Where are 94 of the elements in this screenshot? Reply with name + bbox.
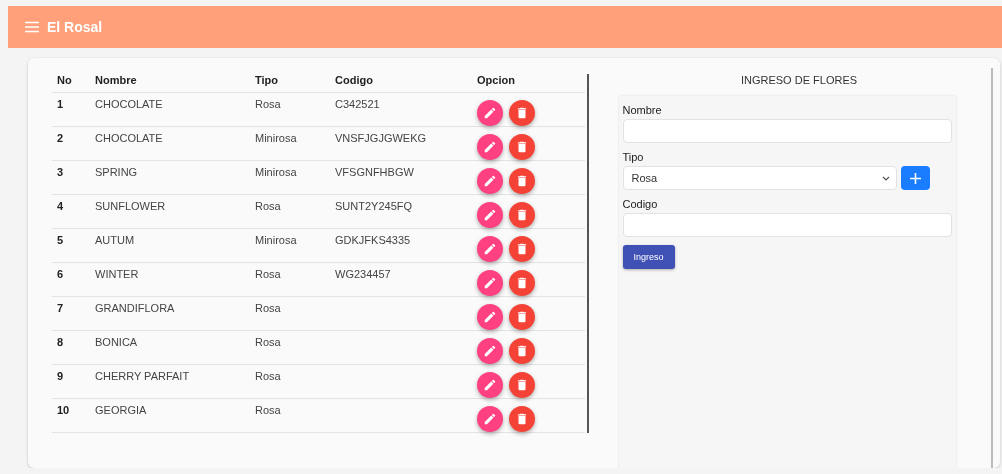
submit-button[interactable]: Ingreso	[622, 245, 675, 269]
field-label: Nombre	[622, 104, 663, 116]
pencil-icon	[483, 174, 497, 188]
table-cell: Rosa	[250, 398, 330, 433]
delete-button[interactable]	[509, 100, 535, 126]
table-cell: SUNFLOWER	[90, 194, 250, 229]
table-cell: VNSFJGJGWEKG	[330, 126, 472, 161]
table-cell: GEORGIA	[90, 398, 250, 433]
delete-button[interactable]	[509, 270, 535, 296]
table-cell: 8	[52, 330, 90, 365]
column-header: Opcion	[472, 74, 585, 93]
pencil-icon	[483, 276, 497, 290]
trash-icon	[515, 412, 529, 426]
table-cell: Rosa	[250, 92, 330, 127]
delete-button[interactable]	[509, 134, 535, 160]
table-cell: AUTUM	[90, 228, 250, 263]
edit-button[interactable]	[477, 202, 503, 228]
trash-icon	[515, 378, 529, 392]
table-cell: 4	[52, 194, 90, 229]
edit-button[interactable]	[477, 304, 503, 330]
delete-button[interactable]	[509, 168, 535, 194]
table-cell: CHOCOLATE	[90, 92, 250, 127]
pencil-icon	[483, 242, 497, 256]
table-cell: C342521	[330, 92, 472, 127]
field-label: Tipo	[622, 151, 645, 163]
type-select[interactable]: Rosa	[622, 166, 897, 190]
menu-icon[interactable]	[25, 21, 39, 33]
edit-button[interactable]	[477, 168, 503, 194]
text-field[interactable]	[622, 119, 952, 143]
trash-icon	[515, 174, 529, 188]
edit-button[interactable]	[477, 338, 503, 364]
column-header: Codigo	[330, 74, 472, 93]
trash-icon	[515, 276, 529, 290]
table-cell: SUNT2Y245FQ	[330, 194, 472, 229]
table-cell: Minirosa	[250, 160, 330, 195]
table-cell: Rosa	[250, 330, 330, 365]
table-cell: Rosa	[250, 194, 330, 229]
column-header: Nombre	[90, 74, 250, 93]
table-cell: WINTER	[90, 262, 250, 297]
trash-icon	[515, 140, 529, 154]
delete-button[interactable]	[509, 338, 535, 364]
table-cell: CHERRY PARFAIT	[90, 364, 250, 399]
delete-button[interactable]	[509, 202, 535, 228]
edit-button[interactable]	[477, 134, 503, 160]
table-cell: 9	[52, 364, 90, 399]
table-cell: Rosa	[250, 296, 330, 331]
add-button[interactable]	[900, 166, 930, 190]
table-cell: 10	[52, 398, 90, 433]
pencil-icon	[483, 310, 497, 324]
trash-icon	[515, 344, 529, 358]
column-header: No	[52, 74, 90, 93]
table-cell: 6	[52, 262, 90, 297]
pencil-icon	[483, 208, 497, 222]
delete-button[interactable]	[509, 372, 535, 398]
column-header: Tipo	[250, 74, 330, 93]
pencil-icon	[483, 140, 497, 154]
delete-button[interactable]	[509, 236, 535, 262]
pencil-icon	[483, 344, 497, 358]
text-field[interactable]	[622, 213, 952, 237]
trash-icon	[515, 208, 529, 222]
chevron-down-icon	[881, 175, 890, 181]
edit-button[interactable]	[477, 236, 503, 262]
table-cell: Minirosa	[250, 126, 330, 161]
edit-button[interactable]	[477, 100, 503, 126]
edit-button[interactable]	[477, 372, 503, 398]
table-cell: 3	[52, 160, 90, 195]
table-cell: 7	[52, 296, 90, 331]
table-cell: GDKJFKS4335	[330, 228, 472, 263]
table-cell: Minirosa	[250, 228, 330, 263]
pencil-icon	[483, 378, 497, 392]
table-cell: 5	[52, 228, 90, 263]
table-cell: GRANDIFLORA	[90, 296, 250, 331]
form-title: INGRESO DE FLORES	[740, 74, 858, 86]
table-cell: 2	[52, 126, 90, 161]
trash-icon	[515, 310, 529, 324]
table-cell: CHOCOLATE	[90, 126, 250, 161]
trash-icon	[515, 106, 529, 120]
pencil-icon	[483, 106, 497, 120]
plus-icon	[909, 172, 921, 184]
table-cell: Rosa	[250, 364, 330, 399]
delete-button[interactable]	[509, 304, 535, 330]
trash-icon	[515, 242, 529, 256]
app-title: El Rosal	[47, 19, 103, 35]
table-cell: SPRING	[90, 160, 250, 195]
table-cell: WG234457	[330, 262, 472, 297]
table-cell: VFSGNFHBGW	[330, 160, 472, 195]
table-cell: 1	[52, 92, 90, 127]
edit-button[interactable]	[477, 270, 503, 296]
pencil-icon	[483, 412, 497, 426]
edit-button[interactable]	[477, 406, 503, 432]
field-label: Codigo	[622, 198, 659, 210]
table-cell: Rosa	[250, 262, 330, 297]
table-cell: BONICA	[90, 330, 250, 365]
delete-button[interactable]	[509, 406, 535, 432]
